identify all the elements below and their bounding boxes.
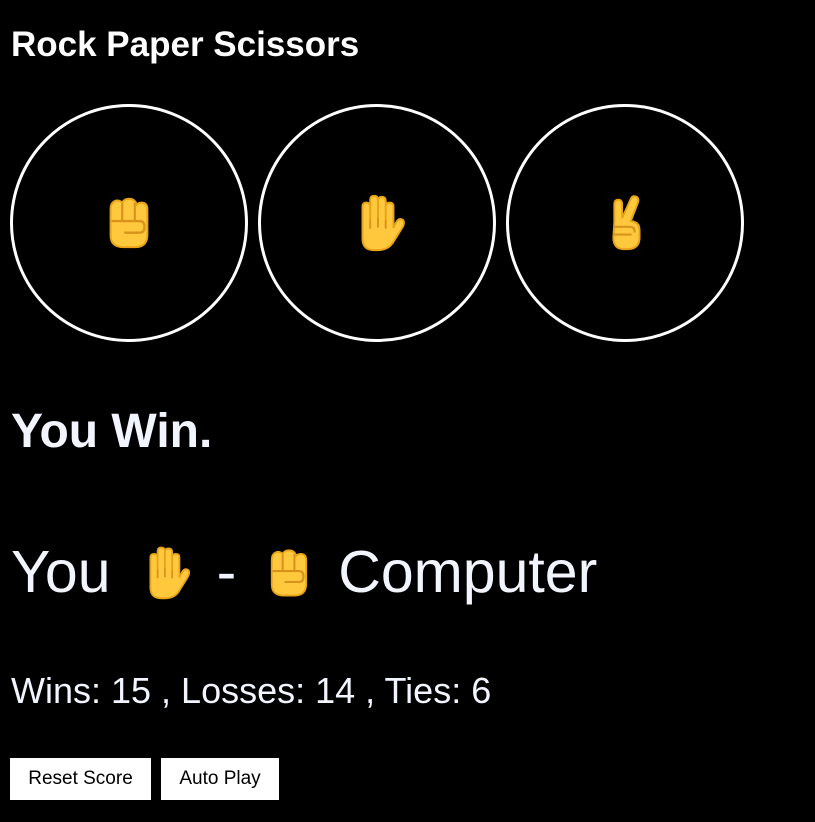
reset-score-button[interactable]: Reset Score — [10, 758, 151, 800]
round-moves: You - Computer — [11, 536, 597, 608]
raised-hand-icon — [346, 191, 408, 256]
page-title: Rock Paper Scissors — [11, 25, 360, 64]
scissors-button[interactable] — [506, 104, 744, 342]
separator: - — [216, 539, 237, 605]
result-text: You Win. — [11, 405, 213, 458]
rock-button[interactable] — [10, 104, 248, 342]
auto-play-button[interactable]: Auto Play — [161, 758, 279, 800]
fist-icon — [98, 191, 160, 256]
paper-button[interactable] — [258, 104, 496, 342]
move-buttons — [10, 104, 744, 342]
control-buttons: Reset Score Auto Play — [10, 758, 279, 800]
score-text: Wins: 15 , Losses: 14 , Ties: 6 — [11, 670, 492, 711]
fist-icon — [258, 541, 320, 603]
player-label: You — [11, 539, 111, 605]
computer-label: Computer — [338, 539, 598, 605]
raised-hand-icon — [133, 541, 195, 603]
victory-hand-icon — [594, 191, 656, 256]
